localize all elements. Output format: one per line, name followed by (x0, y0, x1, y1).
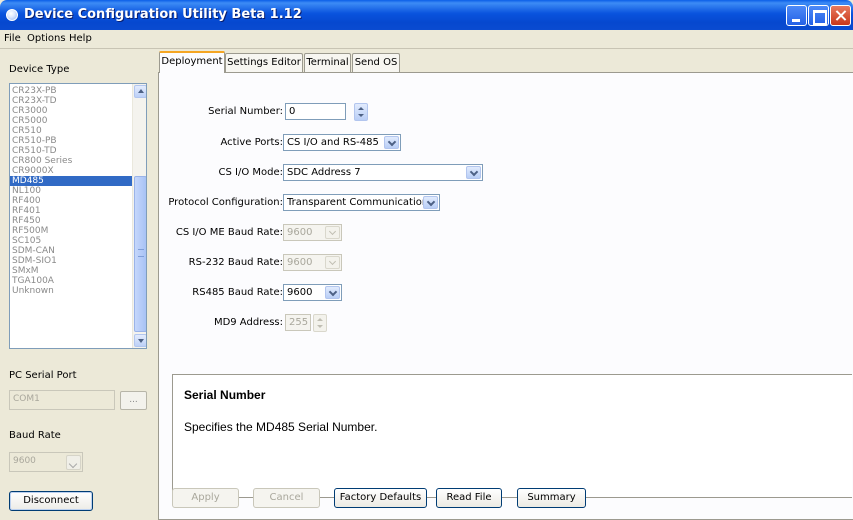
list-item[interactable]: RF450 (10, 216, 134, 226)
chevron-down-icon[interactable] (466, 166, 481, 179)
list-item[interactable]: NL100 (10, 186, 134, 196)
serial-number-spinner-icon[interactable] (354, 103, 368, 121)
menu-file[interactable]: File (4, 33, 21, 44)
serial-number-input[interactable]: 0 (285, 103, 346, 120)
list-item[interactable]: CR23X-TD (10, 96, 134, 106)
active-ports-select[interactable]: CS I/O and RS-485 (283, 134, 401, 151)
rs485-baud-select[interactable]: 9600 (283, 284, 342, 301)
tab-deployment[interactable]: Deployment (159, 51, 225, 73)
list-item[interactable]: SMxM (10, 266, 134, 276)
device-list-scrollbar[interactable] (132, 84, 146, 348)
csio-mode-label: CS I/O Mode: (218, 167, 284, 178)
protocol-config-select[interactable]: Transparent Communication (283, 194, 440, 211)
left-panel: Device Type CR23X-PB CR23X-TD CR3000 CR5… (0, 50, 155, 520)
list-item[interactable]: SC105 (10, 236, 134, 246)
title-bar[interactable]: Device Configuration Utility Beta 1.12 (0, 0, 853, 30)
maximize-button[interactable] (808, 5, 829, 26)
rs232-baud-value: 9600 (287, 257, 313, 268)
list-item[interactable]: CR5000 (10, 116, 134, 126)
md9-address-spinner-icon[interactable] (313, 314, 327, 332)
device-type-list[interactable]: CR23X-PB CR23X-TD CR3000 CR5000 CR510 CR… (9, 83, 147, 349)
csio-mode-value: SDC Address 7 (287, 167, 361, 178)
md9-address-input[interactable]: 255 (285, 314, 311, 331)
md9-address-label: MD9 Address: (213, 317, 283, 328)
list-item[interactable]: Unknown (10, 286, 134, 296)
browse-port-button[interactable]: ... (120, 391, 147, 410)
list-item[interactable]: CR510 (10, 126, 134, 136)
list-item[interactable]: CR510-TD (10, 146, 134, 156)
help-title: Serial Number (184, 388, 266, 402)
list-item[interactable]: CR9000X (10, 166, 134, 176)
list-item[interactable]: CR23X-PB (10, 86, 134, 96)
list-item-selected[interactable]: MD485 (10, 176, 134, 186)
pc-serial-port-field[interactable]: COM1 (9, 390, 115, 410)
chevron-down-icon[interactable] (423, 196, 438, 209)
menu-bar: File Options Help (0, 31, 853, 49)
baud-rate-value: 9600 (13, 456, 36, 466)
list-item[interactable]: CR510-PB (10, 136, 134, 146)
apply-button[interactable]: Apply (172, 488, 239, 508)
baud-rate-select[interactable]: 9600 (9, 452, 83, 472)
active-ports-label: Active Ports: (220, 137, 283, 148)
scroll-down-icon[interactable] (134, 334, 146, 347)
rs485-baud-value: 9600 (287, 287, 313, 298)
tab-terminal[interactable]: Terminal (304, 53, 351, 72)
help-text: Specifies the MD485 Serial Number. (184, 420, 378, 434)
right-panel: Deployment Settings Editor Terminal Send… (158, 50, 853, 520)
rs232-baud-select[interactable]: 9600 (283, 254, 342, 271)
rs485-baud-label: RS485 Baud Rate: (192, 287, 283, 298)
protocol-config-value: Transparent Communication (287, 197, 429, 208)
factory-defaults-button[interactable]: Factory Defaults (334, 488, 427, 508)
list-item[interactable]: RF500M (10, 226, 134, 236)
list-item[interactable]: CR3000 (10, 106, 134, 116)
baud-rate-label: Baud Rate (9, 430, 61, 441)
menu-options[interactable]: Options (27, 33, 66, 44)
grip-icon (138, 249, 144, 257)
list-item[interactable]: CR800 Series (10, 156, 134, 166)
rs232-baud-label: RS-232 Baud Rate: (188, 257, 283, 268)
list-item[interactable]: SDM-CAN (10, 246, 134, 256)
close-button[interactable] (830, 5, 851, 26)
help-panel: Serial Number Specifies the MD485 Serial… (172, 374, 852, 498)
protocol-config-label: Protocol Configuration: (168, 197, 283, 208)
read-file-button[interactable]: Read File (436, 488, 502, 508)
chevron-down-icon[interactable] (325, 286, 340, 299)
serial-number-label: Serial Number: (208, 106, 283, 117)
csio-me-baud-label: CS I/O ME Baud Rate: (175, 227, 283, 238)
summary-button[interactable]: Summary (517, 488, 586, 508)
minimize-button[interactable] (786, 5, 807, 26)
app-icon (6, 9, 18, 21)
scroll-thumb[interactable] (134, 176, 146, 332)
csio-me-baud-select[interactable]: 9600 (283, 224, 342, 241)
chevron-down-icon[interactable] (384, 136, 399, 149)
tab-settings-editor[interactable]: Settings Editor (225, 53, 303, 72)
chevron-down-icon[interactable] (325, 256, 340, 269)
list-item[interactable]: RF401 (10, 206, 134, 216)
pc-serial-port-label: PC Serial Port (9, 370, 77, 381)
scroll-up-icon[interactable] (134, 85, 146, 98)
deployment-page: Serial Number: 0 Active Ports: CS I/O an… (158, 72, 853, 520)
disconnect-button[interactable]: Disconnect (9, 491, 93, 511)
chevron-down-icon[interactable] (325, 226, 340, 239)
window-title: Device Configuration Utility Beta 1.12 (24, 7, 302, 22)
active-ports-value: CS I/O and RS-485 (287, 137, 379, 148)
chevron-down-icon[interactable] (66, 455, 81, 470)
list-item[interactable]: TGA100A (10, 276, 134, 286)
cancel-button[interactable]: Cancel (253, 488, 320, 508)
list-item[interactable]: SDM-SIO1 (10, 256, 134, 266)
list-item[interactable]: RF400 (10, 196, 134, 206)
device-type-label: Device Type (9, 64, 70, 75)
csio-me-baud-value: 9600 (287, 227, 313, 238)
csio-mode-select[interactable]: SDC Address 7 (283, 164, 483, 181)
menu-help[interactable]: Help (69, 33, 92, 44)
tab-send-os[interactable]: Send OS (352, 53, 400, 72)
